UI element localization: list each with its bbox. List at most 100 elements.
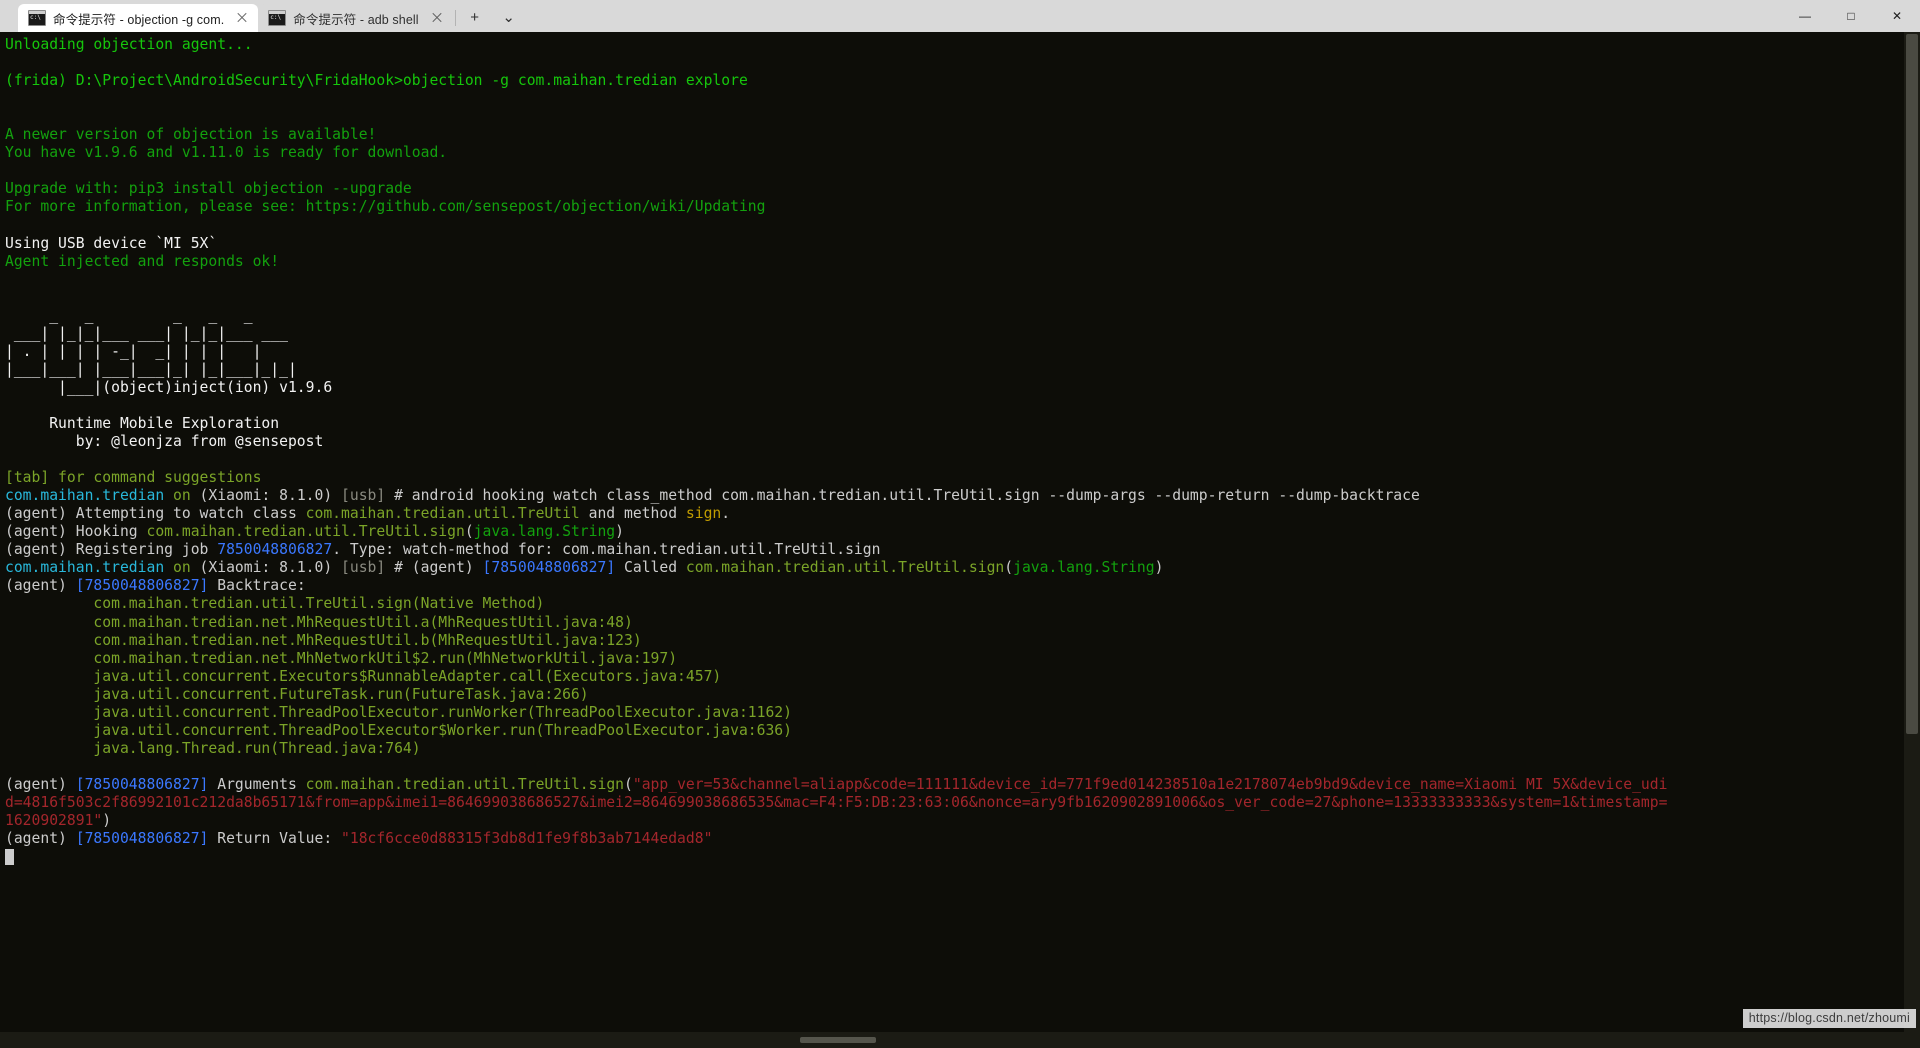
terminal-line: java.lang.Thread.run(Thread.java:764) [5,740,1904,758]
scrollbar-thumb[interactable] [1906,34,1918,734]
terminal-text: Unloading objection agent... [5,36,253,53]
terminal-line: com.maihan.tredian.util.TreUtil.sign(Nat… [5,595,1904,613]
terminal-text: com.maihan.tredian.util.TreUtil.sign [305,775,625,793]
terminal-text: (agent) Registering job [5,541,218,559]
terminal-line: Runtime Mobile Exploration [5,415,1904,433]
terminal-text: java.lang.Thread.run(Thread.java:764) [5,739,421,757]
terminal-text: . [721,505,731,523]
terminal-text: (frida) D:\Project\AndroidSecurity\Frida… [5,72,748,90]
terminal-line: | . | | | | -_| _| | | | | [5,343,1904,361]
terminal-text: (agent) [5,830,76,848]
terminal-text: sign [685,505,722,523]
terminal-line: You have v1.9.6 and v1.11.0 is ready for… [5,144,1904,162]
terminal-window: 命令提示符 - objection -g com. 命令提示符 - adb sh… [0,0,1920,1048]
terminal-text: d=4816f503c2f86992101c212da8b65171&from=… [5,793,1668,811]
terminal-text: Backtrace: [208,577,306,595]
minimize-button[interactable]: — [1782,0,1828,32]
terminal-text: A newer version of objection is availabl… [5,126,377,144]
chevron-down-icon[interactable]: ⌄ [496,4,522,30]
terminal-text: You have v1.9.6 and v1.11.0 is ready for… [5,144,448,162]
terminal-text: on [173,487,191,505]
terminal-line: Agent injected and responds ok! [5,253,1904,271]
terminal-text: _ _ _ _ _ [5,306,253,324]
terminal-text: ) [1154,559,1164,577]
terminal-text: com.maihan.tredian.util.TreUtil.sign [685,559,1005,577]
tab-label: 命令提示符 - objection -g com. [53,12,225,27]
terminal-text: on [173,559,191,577]
terminal-text: and method [579,505,686,523]
terminal-text: Runtime Mobile Exploration [5,414,280,432]
terminal-output[interactable]: Unloading objection agent... (frida) D:\… [0,32,1904,1032]
terminal-line: java.util.concurrent.Executors$RunnableA… [5,668,1904,686]
text-cursor [5,849,14,866]
terminal-line [5,848,1904,866]
new-tab-button[interactable]: + [462,4,488,30]
terminal-line: java.util.concurrent.FutureTask.run(Futu… [5,686,1904,704]
terminal-text: # (agent) [385,559,483,577]
terminal-line: java.util.concurrent.ThreadPoolExecutor$… [5,722,1904,740]
terminal-text: Return Value: [208,830,342,848]
terminal-text: ( [464,523,474,541]
terminal-text: com.maihan.tredian [5,559,165,577]
terminal-text: |___|(object)inject(ion) v1.9.6 [5,378,333,396]
scrollbar-thumb[interactable] [799,1037,876,1043]
terminal-text: java.util.concurrent.ThreadPoolExecutor.… [5,703,792,721]
terminal-text: "app_ver=53&channel=aliapp&code=111111&d… [632,775,1668,793]
terminal-text: (Xiaomi: 8.1.0) [190,487,342,505]
terminal-text: [usb] [341,559,386,577]
terminal-text: com.maihan.tredian [5,487,165,505]
title-bar: 命令提示符 - objection -g com. 命令提示符 - adb sh… [0,0,1920,32]
terminal-line: (agent) Hooking com.maihan.tredian.util.… [5,523,1904,541]
terminal-line: com.maihan.tredian.net.MhRequestUtil.a(M… [5,614,1904,632]
terminal-text: com.maihan.tredian.net.MhRequestUtil.a(M… [5,613,633,631]
terminal-line: |___|___| |___|___|_| |_|___|_|_| [5,361,1904,379]
terminal-line: Unloading objection agent... [5,36,1904,54]
terminal-text: ( [1004,559,1014,577]
terminal-line: by: @leonjza from @sensepost [5,433,1904,451]
terminal-text: ) [102,812,112,830]
terminal-text: com.maihan.tredian.util.TreUtil [305,505,580,523]
terminal-line: com.maihan.tredian.net.MhRequestUtil.b(M… [5,632,1904,650]
terminal-text: by: @leonjza from @sensepost [5,433,324,451]
terminal-text: |___|___| |___|___|_| |_|___|_|_| [5,360,297,378]
window-controls: — □ ✕ [1782,0,1920,32]
tab-objection[interactable]: 命令提示符 - objection -g com. [18,4,259,32]
terminal-text: ( [624,775,633,793]
terminal-text: . Type: watch-method for: com.maihan.tre… [332,541,881,559]
maximize-button[interactable]: □ [1828,0,1874,32]
close-icon: ✕ [1891,9,1903,23]
close-icon[interactable] [232,8,252,28]
terminal-text: (agent) Attempting to watch class [5,505,306,523]
terminal-line: d=4816f503c2f86992101c212da8b65171&from=… [5,794,1904,812]
terminal-line: (agent) [7850048806827] Return Value: "1… [5,830,1904,848]
close-window-button[interactable]: ✕ [1874,0,1920,32]
terminal-line: Upgrade with: pip3 install objection --u… [5,180,1904,198]
terminal-line: com.maihan.tredian on (Xiaomi: 8.1.0) [u… [5,487,1904,505]
terminal-text: | . | | | | -_| _| | | | | [5,342,262,360]
terminal-text: 7850048806827 [217,541,333,559]
terminal-line: (agent) Registering job 7850048806827. T… [5,541,1904,559]
terminal-line: For more information, please see: https:… [5,198,1904,216]
terminal-text: [tab] for command suggestions [5,469,262,487]
terminal-line: java.util.concurrent.ThreadPoolExecutor.… [5,704,1904,722]
terminal-line: _ _ _ _ _ [5,307,1904,325]
terminal-text: com.maihan.tredian.util.TreUtil.sign(Nat… [5,595,545,613]
vertical-scrollbar[interactable] [1904,32,1920,1032]
scrollbar-corner [1904,1032,1920,1048]
terminal-text: [7850048806827] [482,559,616,577]
terminal-line: (agent) Attempting to watch class com.ma… [5,505,1904,523]
terminal-text: For more information, please see: https:… [5,198,766,216]
terminal-text: java.util.concurrent.Executors$RunnableA… [5,667,722,685]
close-icon[interactable] [427,8,447,28]
tab-adb-shell[interactable]: 命令提示符 - adb shell [258,4,453,32]
terminal-body[interactable]: Unloading objection agent... (frida) D:\… [0,32,1920,1048]
horizontal-scrollbar[interactable] [0,1032,1904,1048]
terminal-text: (Xiaomi: 8.1.0) [190,559,342,577]
terminal-text: Agent injected and responds ok! [5,252,280,270]
